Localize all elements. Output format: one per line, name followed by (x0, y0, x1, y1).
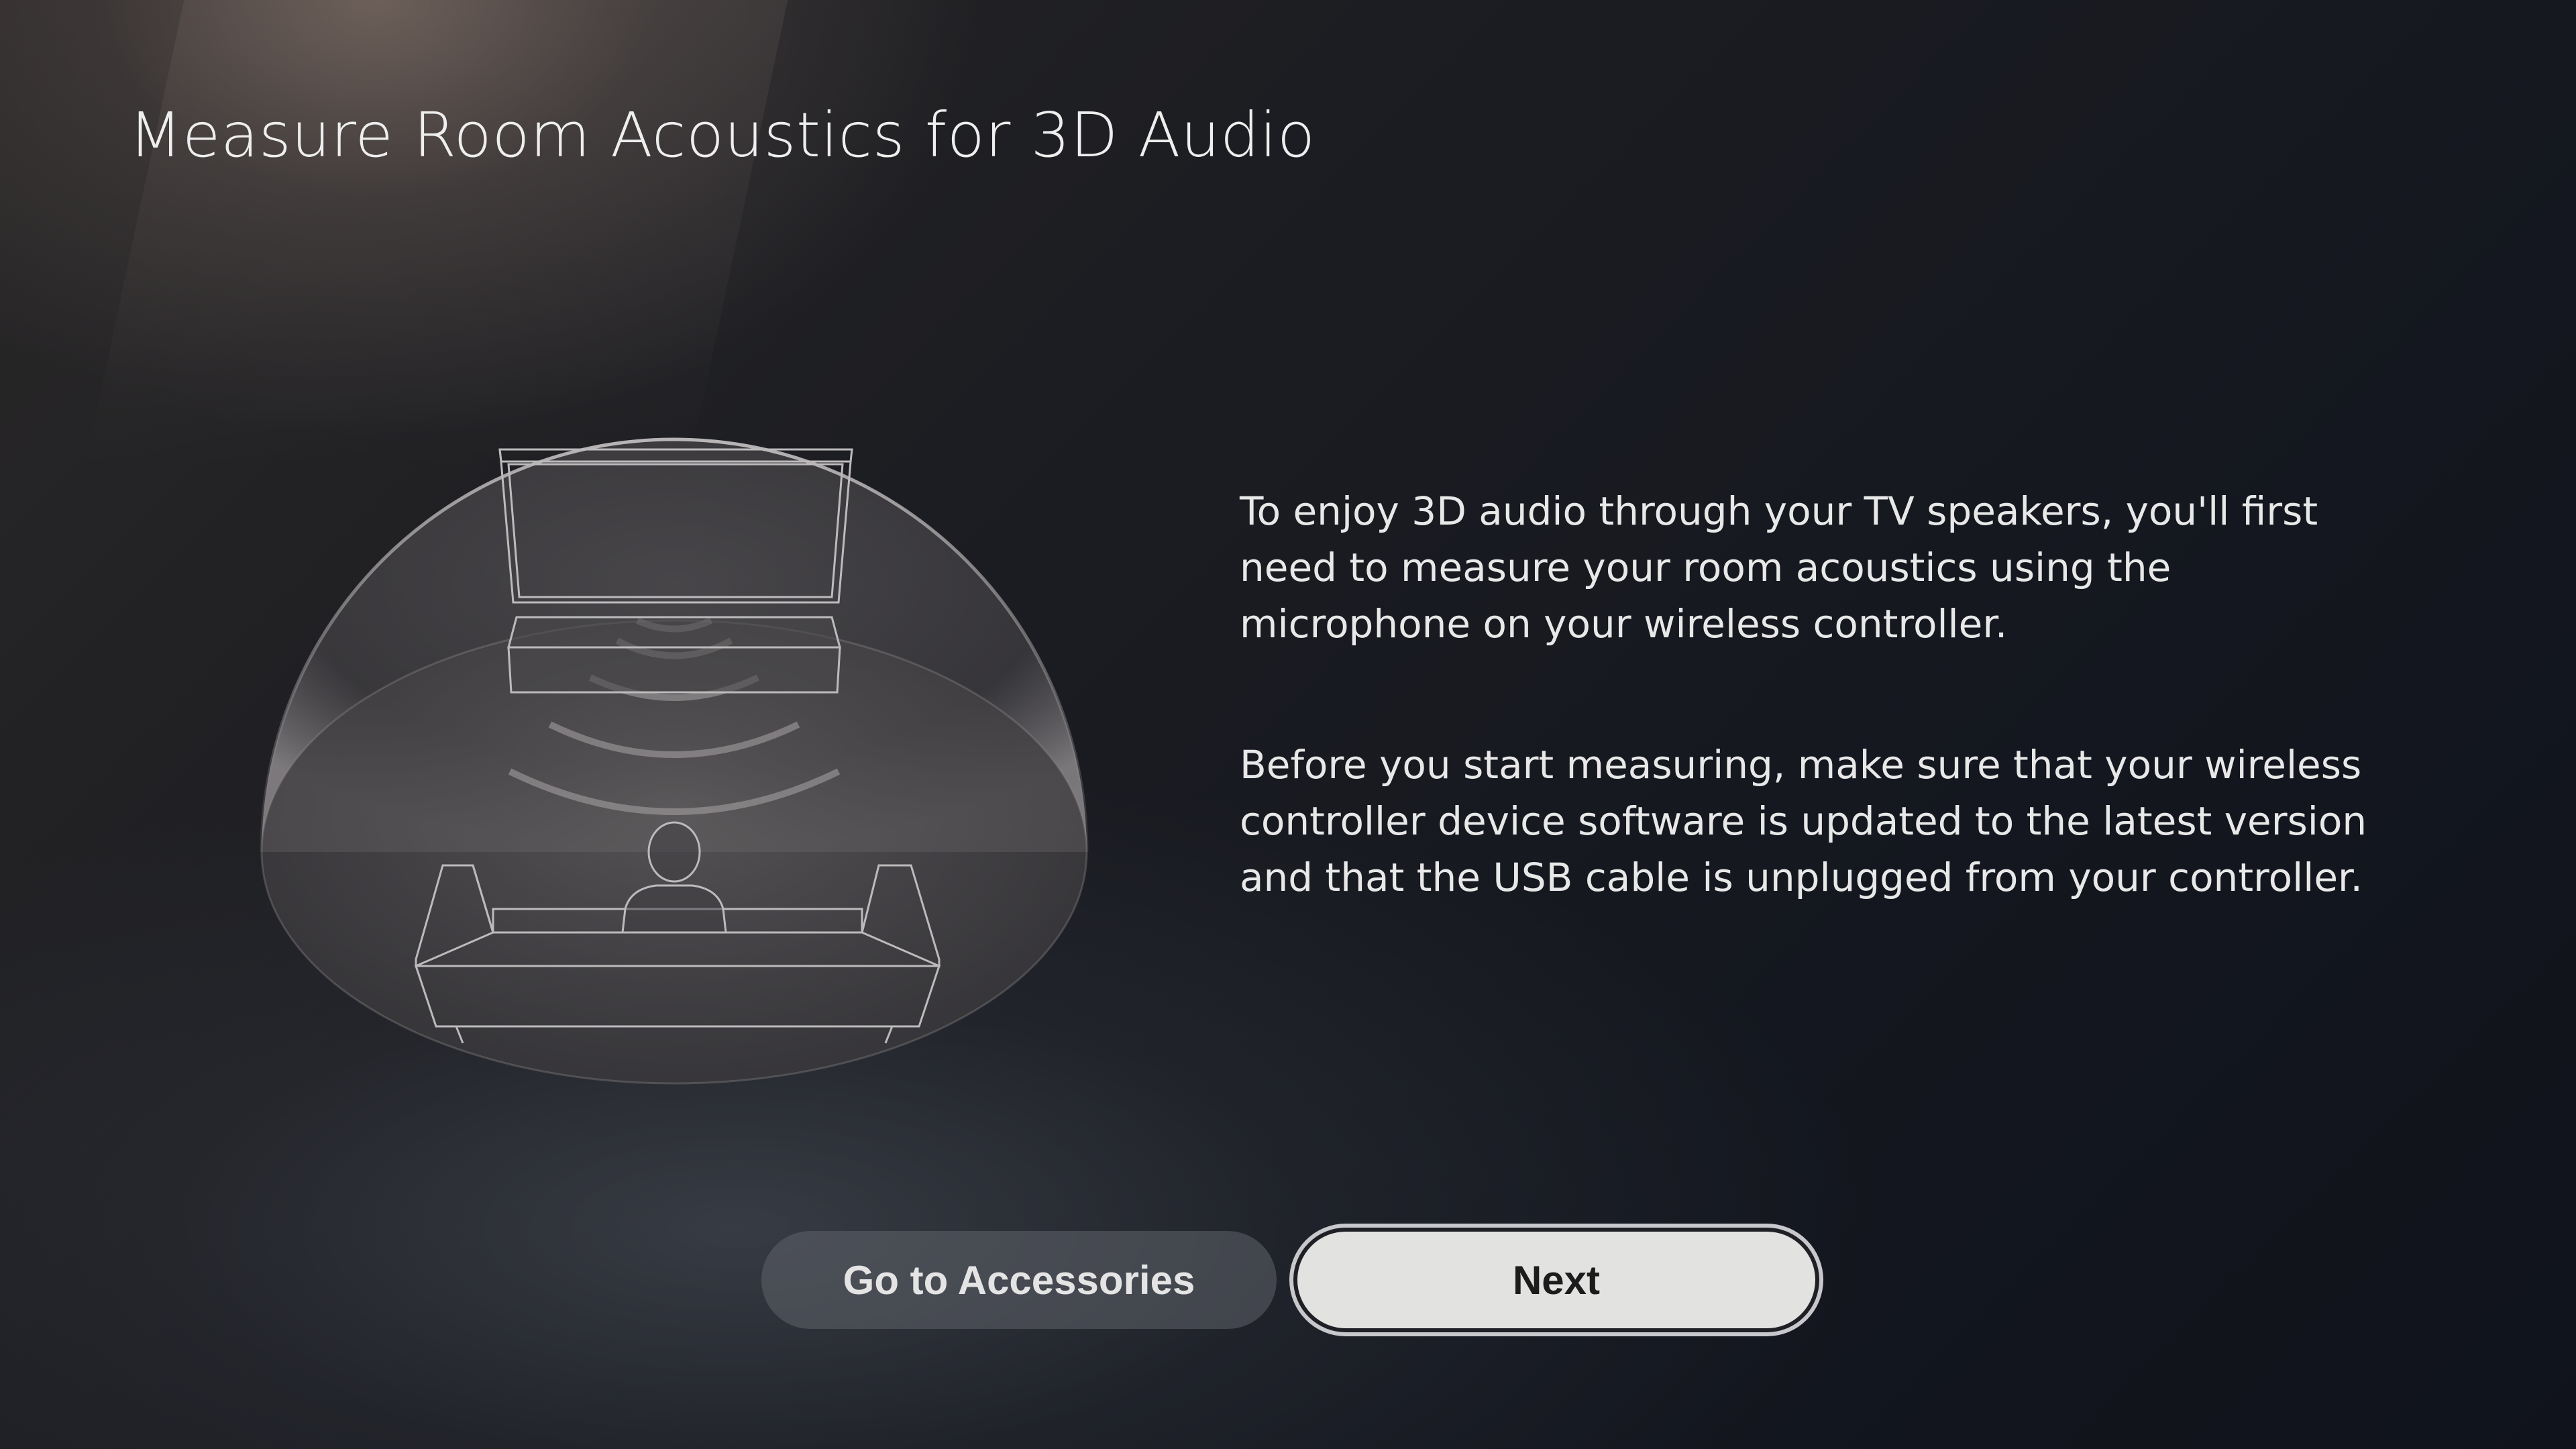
next-label: Next (1512, 1257, 1601, 1303)
dome-room-icon (260, 437, 1089, 1085)
go-to-accessories-label: Go to Accessories (843, 1257, 1195, 1303)
go-to-accessories-button[interactable]: Go to Accessories (761, 1231, 1277, 1329)
page-title: Measure Room Acoustics for 3D Audio (129, 99, 1316, 171)
room-acoustics-illustration (255, 288, 1100, 1093)
next-button[interactable]: Next (1293, 1228, 1819, 1332)
intro-paragraph: To enjoy 3D audio through your TV speake… (1240, 488, 2318, 647)
description: To enjoy 3D audio through your TV speake… (1240, 483, 2380, 990)
prerequisites-paragraph: Before you start measuring, make sure th… (1240, 742, 2367, 900)
